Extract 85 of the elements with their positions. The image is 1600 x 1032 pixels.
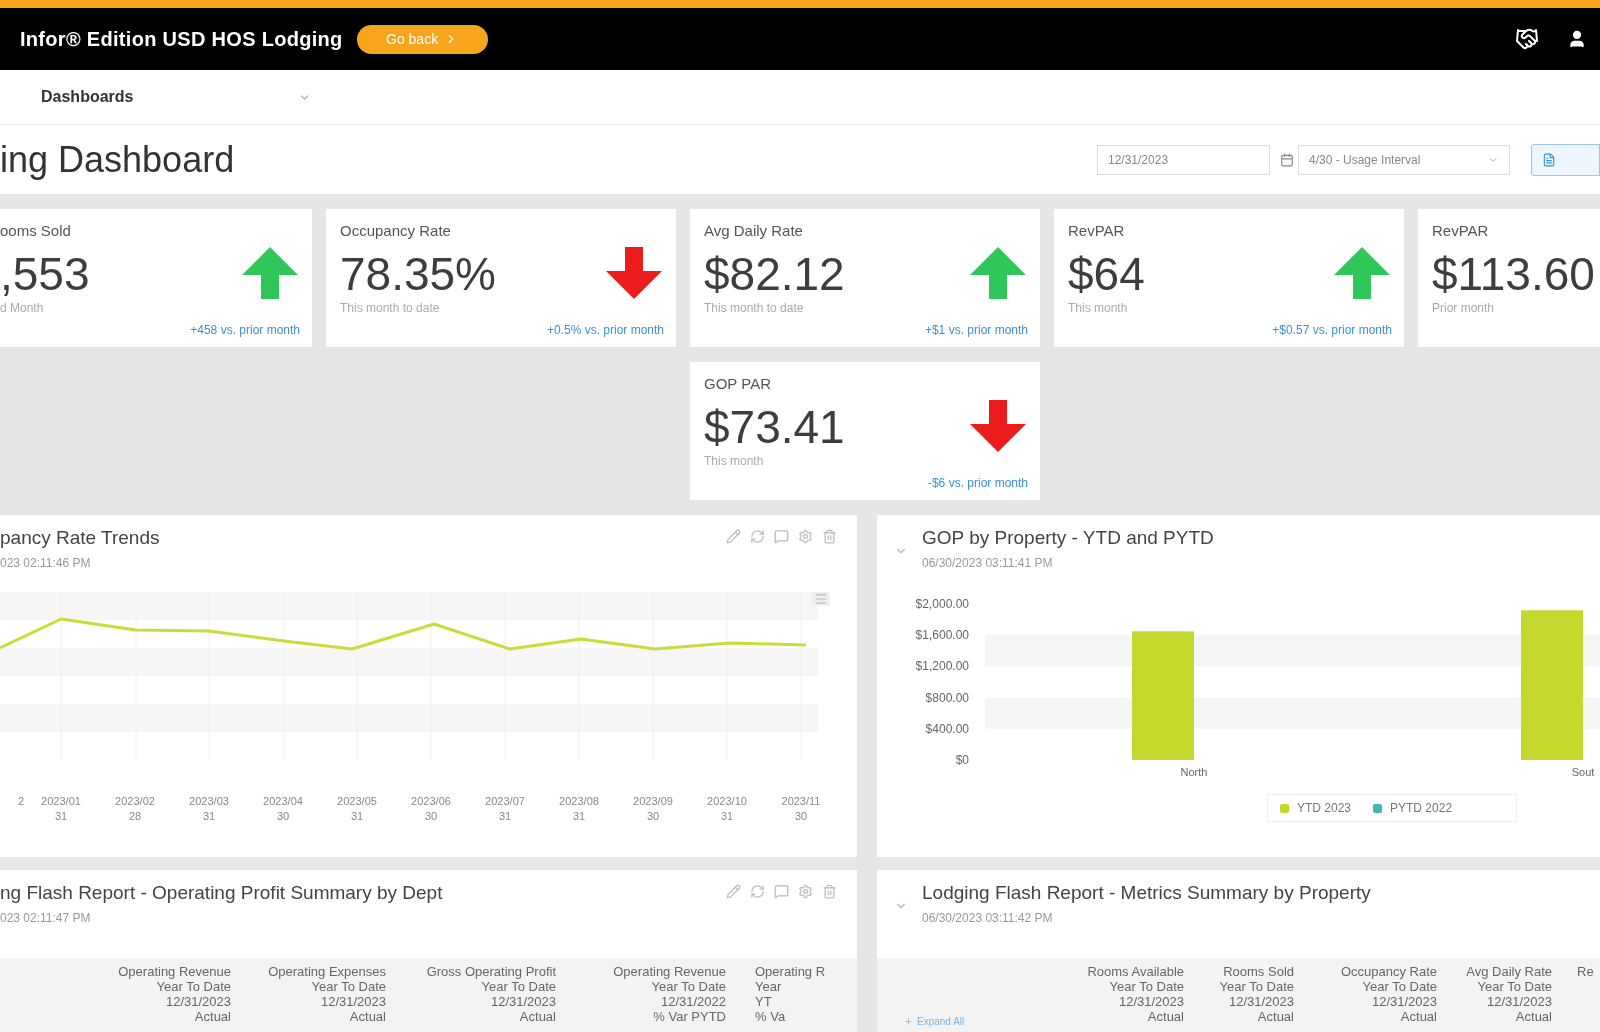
kpi-subtitle: Prior month — [1432, 299, 1496, 317]
kpi-subtitle: d Month — [0, 299, 45, 317]
panel-timestamp: 06/30/2023 03:11:41 PM — [922, 554, 1054, 572]
plus-icon — [904, 1017, 913, 1026]
edit-icon[interactable] — [726, 529, 741, 544]
axis-label: 2023/04 30 — [262, 794, 304, 824]
kpi-value: $82.12 — [704, 248, 845, 299]
axis-label: $800.00 — [925, 690, 969, 705]
column-header[interactable]: Rooms Sold Year To Date 12/31/2023 Actual — [1186, 964, 1296, 1032]
kpi-title: RevPAR — [1068, 221, 1126, 241]
column-header[interactable]: Re — [1577, 964, 1600, 1032]
axis-label: 2023/10 31 — [706, 794, 748, 824]
kpi-title: ooms Sold — [0, 221, 72, 241]
column-header[interactable]: Operating Expenses Year To Date 12/31/2023 Actual — [233, 964, 388, 1032]
category-label: Sout — [1571, 766, 1595, 778]
axis-label: 2023/06 30 — [410, 794, 452, 824]
comparison-link[interactable]: +$1 vs. prior month — [924, 321, 1028, 339]
axis-label: 2023/08 31 — [558, 794, 600, 824]
column-header[interactable]: Operating R Year YT % Va — [755, 964, 857, 1032]
comparison-link[interactable]: +458 vs. prior month — [190, 321, 300, 339]
user-icon[interactable] — [1567, 29, 1587, 49]
comparison-link[interactable]: -$6 vs. prior month — [927, 474, 1028, 492]
comment-icon[interactable] — [774, 884, 789, 899]
axis-label: $0 — [955, 753, 969, 767]
panel-title: pancy Rate Trends — [0, 526, 160, 550]
column-header[interactable]: Gross Operating Profit Year To Date 12/31/2023 Actual — [388, 964, 558, 1032]
delete-icon[interactable] — [822, 529, 837, 544]
refresh-icon[interactable] — [750, 884, 765, 899]
page-title: ing Dashboard — [0, 137, 235, 182]
kpi-title: GOP PAR — [704, 374, 772, 394]
kpi-value: $64 — [1068, 248, 1145, 299]
kpi-subtitle: This month — [704, 452, 765, 470]
axis-label: 2023/02 28 — [114, 794, 156, 824]
comment-icon[interactable] — [774, 529, 789, 544]
axis-label: 2023/07 31 — [484, 794, 526, 824]
axis-label: 2023/09 30 — [632, 794, 674, 824]
axis-label: $2,000.00 — [915, 597, 969, 611]
panel-timestamp: 023 02:11:46 PM — [0, 554, 92, 572]
kpi-subtitle: This month to date — [704, 299, 805, 317]
panel-title: Lodging Flash Report - Metrics Summary by Property — [922, 881, 1371, 905]
settings-icon[interactable] — [798, 884, 813, 899]
column-header[interactable]: Rooms Available Year To Date 12/31/2023 Actual — [1052, 964, 1186, 1032]
kpi-subtitle: This month — [1068, 299, 1129, 317]
kpi-title: Avg Daily Rate — [704, 221, 804, 241]
legend-label: PYTD 2022 — [1390, 800, 1453, 817]
export-button[interactable] — [1531, 143, 1600, 176]
column-header[interactable]: Avg Daily Rate Year To Date 12/31/2023 Actual — [1439, 964, 1554, 1032]
interval-dropdown[interactable]: 4/30 - Usage Interval — [1298, 144, 1510, 175]
refresh-icon[interactable] — [750, 529, 765, 544]
calendar-icon[interactable] — [1280, 152, 1294, 167]
axis-label: 2023/03 31 — [188, 794, 230, 824]
kpi-value: 78.35% — [340, 248, 496, 299]
app-title: Infor® Edition USD HOS Lodging — [20, 27, 343, 52]
panel-timestamp: 06/30/2023 03:11:42 PM — [922, 909, 1054, 927]
axis-label: 2023/05 31 — [336, 794, 378, 824]
column-header[interactable]: Operating Revenue Year To Date 12/31/2022 % Var PYTD — [558, 964, 728, 1032]
delete-icon[interactable] — [822, 884, 837, 899]
panel-title: GOP by Property - YTD and PYTD — [922, 526, 1214, 550]
chart-menu-icon[interactable] — [812, 592, 830, 606]
kpi-value: ,553 — [0, 248, 90, 299]
axis-label: $400.00 — [925, 721, 969, 736]
panel-timestamp: 023 02:11:47 PM — [0, 909, 92, 927]
column-header[interactable]: Operating Revenue Year To Date 12/31/2023 Actual — [100, 964, 233, 1032]
category-label: North — [1180, 766, 1208, 778]
axis-label: $1,200.00 — [915, 659, 969, 674]
comparison-link[interactable]: +0.5% vs. prior month — [546, 321, 664, 339]
axis-label: 2023/11 30 — [780, 794, 822, 824]
settings-icon[interactable] — [798, 529, 813, 544]
axis-label: $1,600.00 — [915, 628, 969, 643]
edit-icon[interactable] — [726, 884, 741, 899]
legend-label: YTD 2023 — [1297, 800, 1352, 817]
axis-label: 2 — [16, 794, 24, 809]
panel-title: ng Flash Report - Operating Profit Summary by Dept — [0, 881, 443, 905]
date-field[interactable]: 12/31/2023 — [1097, 144, 1270, 175]
dashboards-dropdown[interactable]: Dashboards — [41, 85, 311, 109]
kpi-value: $113.60 — [1432, 248, 1595, 299]
kpi-value: $73.41 — [704, 401, 845, 452]
column-header[interactable]: Occupancy Rate Year To Date 12/31/2023 Actual — [1296, 964, 1439, 1032]
kpi-title: Occupancy Rate — [340, 221, 452, 241]
handshake-icon[interactable] — [1515, 27, 1539, 51]
kpi-subtitle: This month to date — [340, 299, 441, 317]
document-icon — [1542, 152, 1556, 167]
kpi-title: RevPAR — [1432, 221, 1490, 241]
comparison-link[interactable]: +$0.57 vs. prior month — [1272, 321, 1392, 339]
axis-label: 2023/01 31 — [40, 794, 82, 824]
